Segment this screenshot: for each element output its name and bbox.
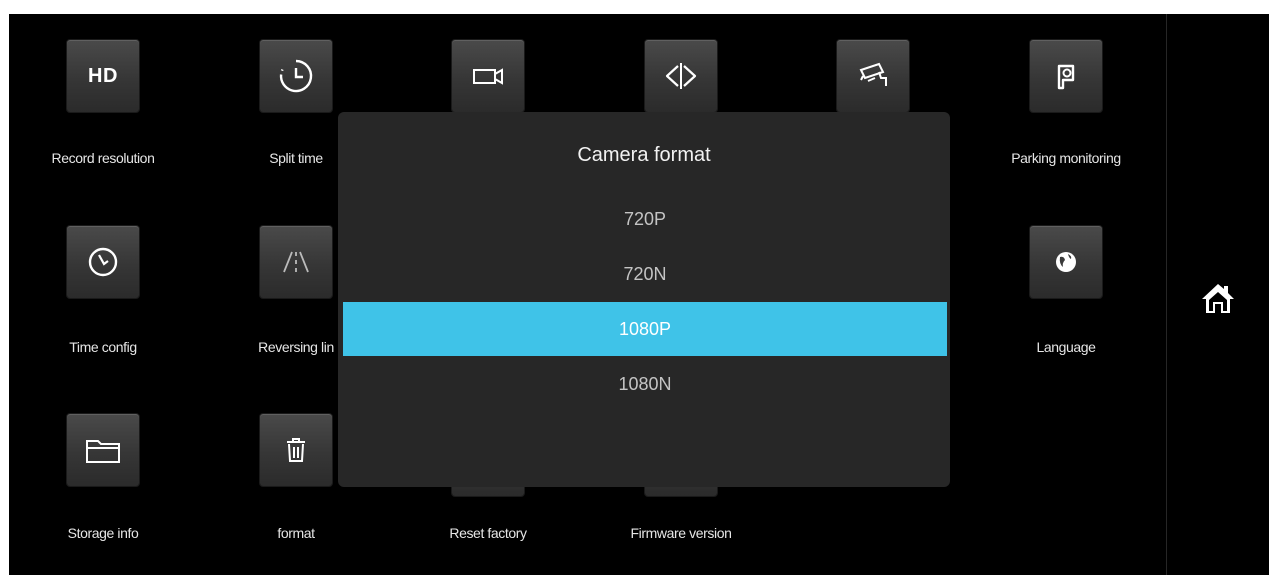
storage-info-label: Storage info <box>67 525 139 541</box>
split-time-tile[interactable] <box>260 40 332 112</box>
parking-icon <box>1057 64 1075 90</box>
format-label: format <box>277 525 315 541</box>
record-resolution-tile[interactable]: HD <box>67 40 139 112</box>
camera-format-tile[interactable] <box>452 40 524 112</box>
camera-format-dialog: Camera format 720P 720N 1080P 1080N <box>338 112 950 487</box>
option-720p[interactable]: 720P <box>343 192 947 246</box>
option-1080p[interactable]: 1080P <box>343 302 947 356</box>
reversing-lines-icon <box>283 251 309 273</box>
record-resolution-label: Record resolution <box>51 150 155 166</box>
firmware-version-label: Firmware version <box>630 525 732 541</box>
surveillance-tile[interactable] <box>837 40 909 112</box>
folder-icon <box>86 440 120 463</box>
mirror-tile[interactable] <box>645 40 717 112</box>
hd-icon: HD <box>88 64 118 87</box>
mirror-flip-icon <box>665 63 697 89</box>
dialog-title: Camera format <box>577 144 711 166</box>
reset-factory-label: Reset factory <box>449 525 527 541</box>
home-button[interactable] <box>1196 276 1240 320</box>
option-1080n[interactable]: 1080N <box>343 357 947 411</box>
clock-timer-icon <box>279 59 313 93</box>
reversing-lines-tile[interactable] <box>260 226 332 298</box>
time-config-tile[interactable] <box>67 226 139 298</box>
clock-icon <box>88 247 118 277</box>
globe-icon <box>1056 252 1076 272</box>
language-tile[interactable] <box>1030 226 1102 298</box>
storage-info-tile[interactable] <box>67 414 139 486</box>
dashcam-menu-screen: HD Record resolution Split time Parking … <box>9 14 1269 575</box>
language-label: Language <box>1036 339 1096 355</box>
parking-monitoring-label: Parking monitoring <box>1011 150 1121 166</box>
split-time-label: Split time <box>269 150 323 166</box>
time-config-label: Time config <box>69 339 137 355</box>
parking-monitoring-tile[interactable] <box>1030 40 1102 112</box>
home-icon <box>1202 284 1234 313</box>
format-tile[interactable] <box>260 414 332 486</box>
option-720n[interactable]: 720N <box>343 247 947 301</box>
reversing-lines-label: Reversing lin <box>258 339 334 355</box>
trash-icon <box>287 438 305 462</box>
security-camera-icon <box>859 62 887 86</box>
sidebar-divider <box>1166 14 1167 575</box>
video-camera-icon <box>473 68 503 85</box>
